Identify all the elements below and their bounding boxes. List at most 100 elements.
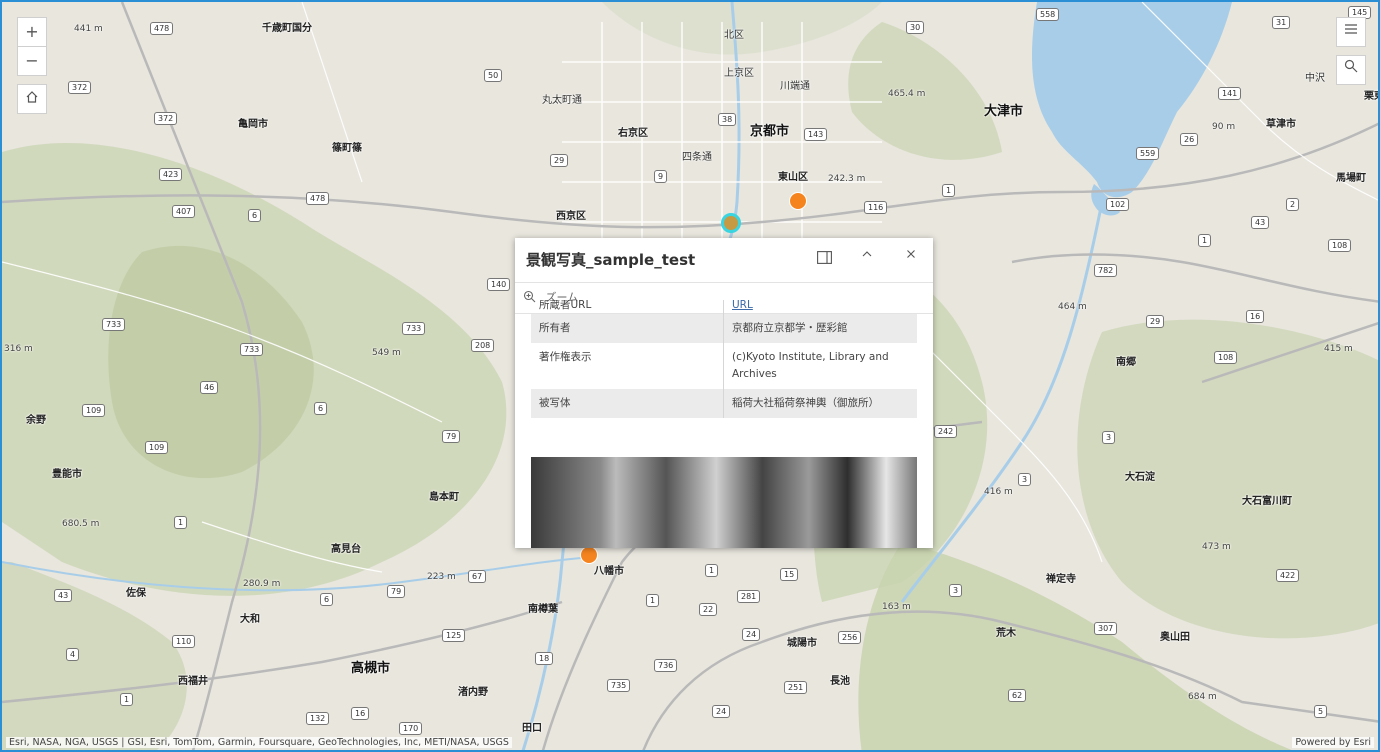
route-shield: 3	[1018, 473, 1032, 486]
home-button[interactable]	[17, 84, 47, 114]
elevation-label: 90 m	[1212, 122, 1236, 132]
elevation-label: 441 m	[74, 24, 103, 34]
route-shield: 132	[306, 712, 330, 725]
attribute-key: 被写体	[531, 389, 724, 418]
elevation-label: 464 m	[1058, 302, 1087, 312]
elevation-label: 415 m	[1324, 344, 1353, 354]
route-shield: 30	[906, 21, 925, 34]
route-shield: 62	[1008, 689, 1027, 702]
route-shield: 1	[174, 516, 188, 529]
route-shield: 170	[399, 722, 423, 735]
route-shield: 251	[784, 681, 808, 694]
label-chitose: 千歳町国分	[262, 23, 312, 34]
route-shield: 16	[351, 707, 370, 720]
attribute-link[interactable]: URL	[724, 300, 918, 314]
close-icon	[907, 250, 915, 258]
table-row: 所蔵者URL URL	[531, 300, 917, 314]
route-shield: 6	[248, 209, 262, 222]
table-row: 被写体 稲荷大社稲荷祭神輿（御旅所）	[531, 389, 917, 418]
route-shield: 208	[471, 339, 495, 352]
route-shield: 733	[402, 322, 426, 335]
powered-by[interactable]: Powered by Esri	[1292, 737, 1374, 748]
label-kitaku: 北区	[724, 30, 744, 41]
route-shield: 4	[66, 648, 80, 661]
label-katano: 渚内野	[458, 687, 488, 698]
dock-icon	[817, 251, 832, 264]
route-shield: 736	[654, 659, 678, 672]
route-shield: 559	[1136, 147, 1160, 160]
map-attribution: Esri, NASA, NGA, USGS | GSI, Esri, TomTo…	[6, 737, 512, 748]
route-shield: 43	[54, 589, 73, 602]
feature-marker[interactable]	[789, 192, 807, 210]
route-shield: 79	[387, 585, 406, 598]
label-araki: 荒木	[996, 628, 1016, 639]
elevation-label: 549 m	[372, 348, 401, 358]
attribute-key: 著作権表示	[531, 343, 724, 389]
route-shield: 256	[838, 631, 862, 644]
route-shield: 50	[484, 69, 503, 82]
route-shield: 733	[240, 343, 264, 356]
route-shield: 407	[172, 205, 196, 218]
elevation-label: 242.3 m	[828, 174, 866, 184]
map-view[interactable]: 北区 上京区 京都市 右京区 西京区 東山区 千歳町国分 亀岡市 篠町篠 大津市…	[0, 0, 1380, 752]
label-oishi: 大石淀	[1125, 472, 1155, 483]
route-shield: 102	[1106, 198, 1130, 211]
route-shield: 782	[1094, 264, 1118, 277]
route-shield: 43	[1251, 216, 1270, 229]
route-shield: 6	[320, 593, 334, 606]
list-icon	[1345, 24, 1357, 34]
route-shield: 108	[1214, 351, 1238, 364]
route-shield: 307	[1094, 622, 1118, 635]
attribute-key: 所有者	[531, 314, 724, 343]
route-shield: 108	[1328, 239, 1352, 252]
label-toyono: 豊能市	[52, 469, 82, 480]
route-shield: 1	[705, 564, 719, 577]
route-shield: 478	[150, 22, 174, 35]
table-row: 所有者 京都府立京都学・歴彩館	[531, 314, 917, 343]
route-shield: 141	[1218, 87, 1242, 100]
collapse-button[interactable]	[861, 248, 873, 264]
route-shield: 6	[314, 402, 328, 415]
dock-button[interactable]	[817, 251, 832, 268]
route-shield: 29	[550, 154, 569, 167]
popup-title: 景観写真_sample_test	[526, 251, 696, 269]
elevation-label: 316 m	[4, 344, 33, 354]
label-otsu: 大津市	[984, 104, 1024, 119]
label-shijo: 四条通	[682, 152, 712, 163]
route-shield: 15	[780, 568, 799, 581]
route-shield: 38	[718, 113, 737, 126]
attribute-value: 京都府立京都学・歴彩館	[723, 314, 917, 343]
route-shield: 16	[1246, 310, 1265, 323]
zoom-in-button[interactable]: +	[17, 17, 47, 47]
label-nango: 南郷	[1116, 357, 1136, 368]
attribute-table: 所蔵者URL URL 所有者 京都府立京都学・歴彩館 著作権表示 (c)Kyot…	[531, 300, 917, 418]
label-minamiyodo: 南樽葉	[528, 604, 558, 615]
feature-photo[interactable]	[531, 457, 917, 548]
label-joyo: 城陽市	[787, 638, 817, 649]
search-button[interactable]	[1336, 55, 1366, 85]
route-shield: 24	[712, 705, 731, 718]
route-shield: 1	[1198, 234, 1212, 247]
attribute-value: (c)Kyoto Institute, Library and Archives	[732, 351, 889, 380]
label-kyotoshi: 京都市	[750, 124, 790, 139]
route-shield: 1	[120, 693, 134, 706]
elevation-label: 163 m	[882, 602, 911, 612]
feature-marker[interactable]	[580, 546, 598, 564]
label-yonou: 余野	[26, 415, 46, 426]
route-shield: 24	[742, 628, 761, 641]
route-shield: 5	[1314, 705, 1328, 718]
route-shield: 29	[1146, 315, 1165, 328]
zoom-out-button[interactable]: −	[17, 46, 47, 76]
route-shield: 109	[82, 404, 106, 417]
label-kamigyo: 上京区	[724, 68, 754, 79]
route-shield: 22	[699, 603, 718, 616]
label-okuyamada: 奥山田	[1160, 632, 1190, 643]
search-icon	[1344, 59, 1358, 73]
popup-header: 景観写真_sample_test	[515, 238, 933, 283]
label-kameoka: 亀岡市	[238, 119, 268, 130]
label-marutamachi: 丸太町通	[542, 95, 582, 106]
close-button[interactable]	[905, 248, 917, 264]
selected-feature-marker[interactable]	[721, 213, 741, 233]
layer-list-button[interactable]	[1336, 17, 1366, 47]
elevation-label: 473 m	[1202, 542, 1231, 552]
